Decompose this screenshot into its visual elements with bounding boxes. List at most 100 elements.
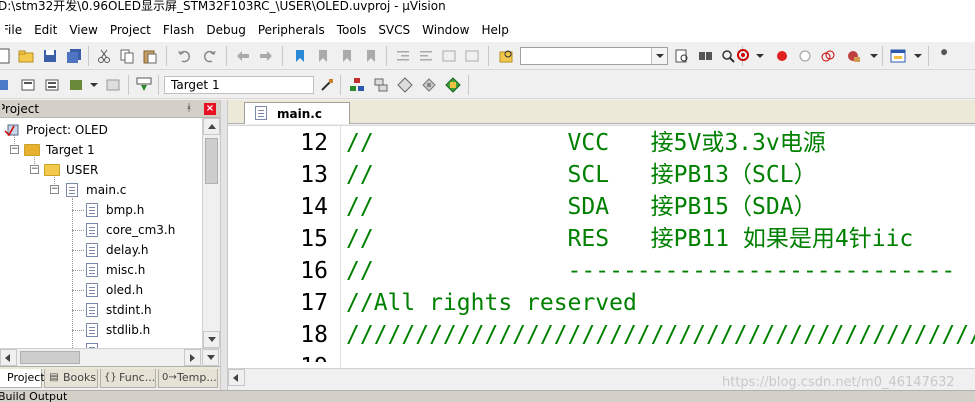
find-icon[interactable] [674,48,690,64]
tree-item-header[interactable]: stdlib.h [0,320,202,340]
project-tree-vertical-scrollbar[interactable] [202,118,220,348]
tab-templates[interactable]: 0→ Temp... [158,369,218,388]
menu-svcs[interactable]: SVCS [372,19,416,41]
tree-item-header[interactable]: core_cm3.h [0,220,202,240]
code-line[interactable]: 14 // SDA 接PB15（SDA） [228,191,975,223]
rebuild-icon[interactable] [44,77,60,93]
paste-icon[interactable] [142,48,158,64]
menu-help[interactable]: Help [475,19,514,41]
save-all-icon[interactable] [66,48,82,64]
comment-icon[interactable] [441,48,457,64]
translate-icon[interactable] [0,77,10,93]
tree-item-group[interactable]: − USER [0,160,202,180]
tab-project[interactable]: Project [0,369,45,388]
cut-icon[interactable] [96,48,112,64]
project-tree-horizontal-scrollbar[interactable] [0,348,219,366]
clear-bookmarks-icon[interactable] [363,48,379,64]
target-select[interactable]: Target 1 [164,76,314,94]
download-load-icon[interactable] [136,77,152,93]
menu-edit[interactable]: Edit [28,19,63,41]
build-icon[interactable] [20,77,36,93]
menu-file[interactable]: File [5,19,28,41]
breakpoint-icon[interactable] [774,48,790,64]
rte-icon[interactable] [421,77,437,93]
scrollbar-thumb[interactable] [20,351,80,364]
tab-functions[interactable]: {} Func... [100,369,156,388]
menu-project[interactable]: Project [104,19,157,41]
manage-project-items-icon[interactable] [349,77,365,93]
save-icon[interactable] [42,48,58,64]
bookmark-icon[interactable] [292,48,308,64]
unindent-icon[interactable] [418,48,434,64]
tree-item-project[interactable]: Project: OLED [0,120,202,140]
editor-tab-main-c[interactable]: main.c [244,102,350,124]
scrollbar-thumb[interactable] [205,138,218,184]
menu-peripherals[interactable]: Peripherals [252,19,331,41]
menu-tools[interactable]: Tools [331,19,373,41]
find-in-files-icon[interactable] [498,48,514,64]
next-bookmark-icon[interactable] [339,48,355,64]
chevron-down-icon[interactable] [866,48,882,64]
code-line[interactable]: 16 // ---------------------------- [228,255,975,287]
scroll-right-icon[interactable] [184,349,201,366]
incremental-find-icon[interactable] [697,48,713,64]
menu-flash[interactable]: Flash [157,19,200,41]
panel-splitter[interactable] [220,100,228,390]
indent-icon[interactable] [395,48,411,64]
tree-item-header[interactable]: oled.h [0,280,202,300]
tree-item-header[interactable]: delay.h [0,240,202,260]
disable-breakpoint-icon[interactable] [797,48,813,64]
code-line[interactable]: 13 // SCL 接PB13（SCL） [228,159,975,191]
scroll-left-icon[interactable] [228,369,245,386]
menu-debug[interactable]: Debug [200,19,251,41]
green-diamond-icon[interactable] [445,77,461,93]
tree-item-header[interactable] [0,340,202,348]
select-software-packs-icon[interactable] [373,77,389,93]
close-icon[interactable]: × [204,103,216,115]
code-line[interactable]: 18 /////////////////////////////////////… [228,319,975,351]
scroll-down-icon[interactable] [202,349,219,366]
tree-item-header[interactable]: bmp.h [0,200,202,220]
menu-window[interactable]: Window [416,19,475,41]
collapse-icon[interactable]: − [50,185,59,194]
disable-all-breakpoints-icon[interactable] [820,48,836,64]
new-file-icon[interactable] [0,48,12,64]
tab-books[interactable]: ▤ Books [44,369,98,388]
pack-installer-icon[interactable] [397,77,413,93]
wrench-icon[interactable] [936,48,952,64]
scroll-down-icon[interactable] [203,331,220,348]
pin-icon[interactable]: ᚼ [186,103,196,115]
collapse-icon[interactable]: − [10,145,19,154]
chevron-down-icon[interactable] [752,48,768,64]
undo-icon[interactable] [176,48,192,64]
tree-item-target[interactable]: − Target 1 [0,140,202,160]
scroll-up-icon[interactable] [203,118,220,135]
navigate-back-icon[interactable] [235,48,251,64]
window-layout-icon[interactable] [890,48,906,64]
chevron-down-icon[interactable] [86,77,102,93]
copy-icon[interactable] [119,48,135,64]
code-line[interactable]: 15 // RES 接PB11 如果是用4针iic [228,223,975,255]
menu-view[interactable]: View [63,19,103,41]
prev-bookmark-icon[interactable] [315,48,331,64]
scroll-left-icon[interactable] [0,349,17,366]
code-line[interactable]: 12 // VCC 接5V或3.3v电源 [228,127,975,159]
zoom-icon[interactable] [720,48,736,64]
collapse-icon[interactable]: − [30,165,39,174]
redo-icon[interactable] [202,48,218,64]
kill-breakpoints-icon[interactable] [845,48,861,64]
tree-item-header[interactable]: stdint.h [0,300,202,320]
debug-session-icon[interactable] [736,48,752,64]
navigate-forward-icon[interactable] [258,48,274,64]
find-combobox[interactable] [520,47,668,65]
uncomment-icon[interactable] [464,48,480,64]
target-options-icon[interactable] [319,77,335,93]
open-folder-icon[interactable] [18,48,34,64]
chevron-down-icon[interactable] [651,48,667,64]
code-line[interactable]: 17 //All rights reserved [228,287,975,319]
stop-build-icon[interactable] [105,77,121,93]
tree-item-source-file[interactable]: − main.c [0,180,202,200]
code-editor[interactable]: 12 // VCC 接5V或3.3v电源 13 // SCL 接PB13（SCL… [228,125,975,368]
chevron-down-icon[interactable] [910,48,926,64]
batch-build-icon[interactable] [68,77,84,93]
